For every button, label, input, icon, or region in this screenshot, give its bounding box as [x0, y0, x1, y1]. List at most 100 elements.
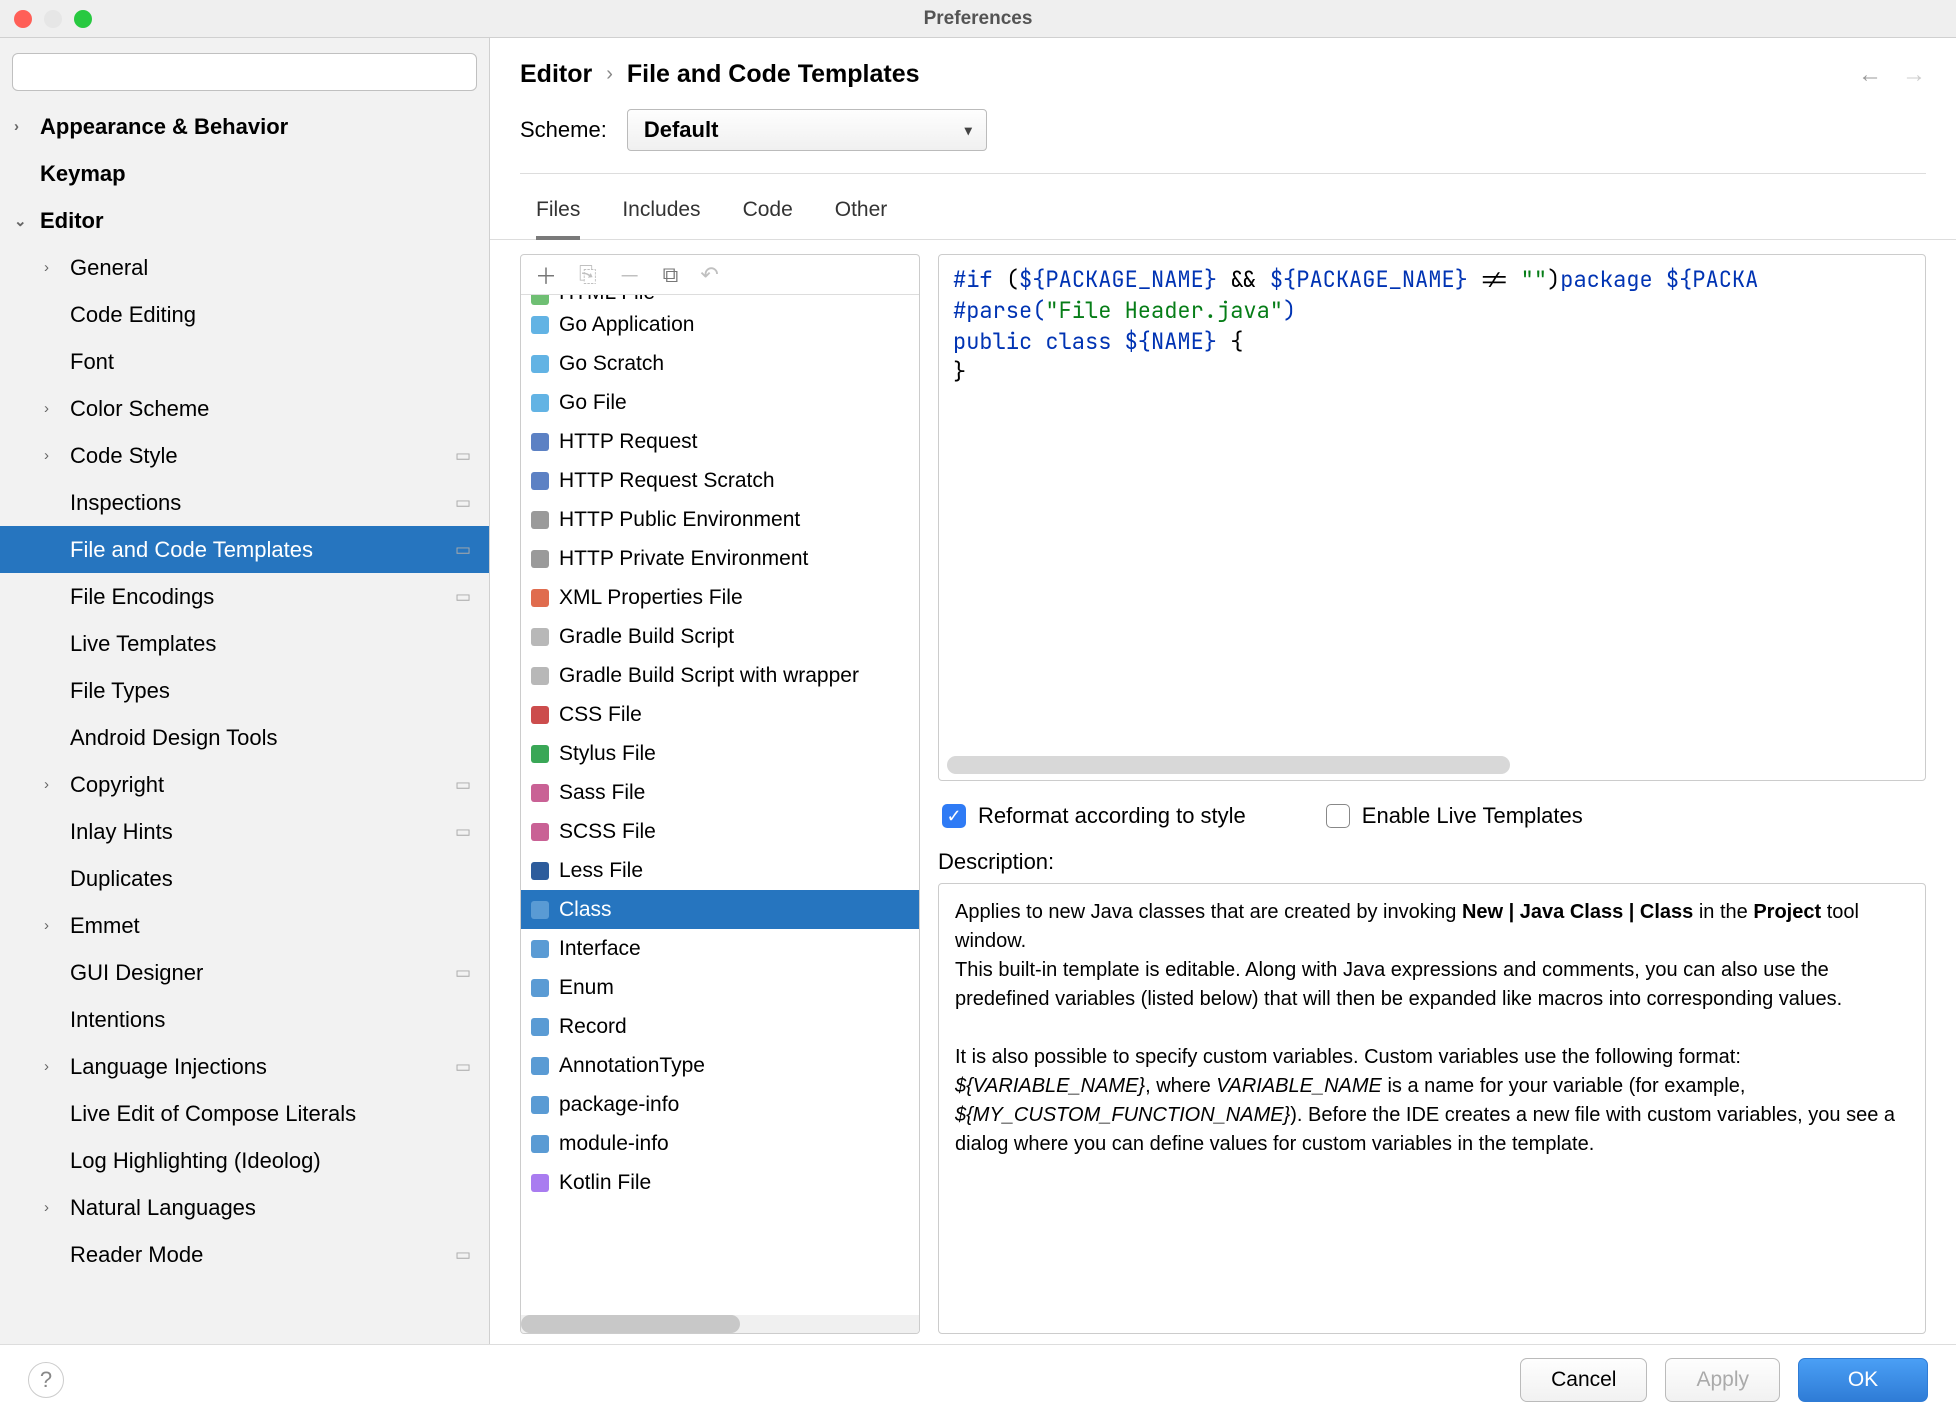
template-item[interactable]: HTTP Public Environment: [521, 500, 919, 539]
template-item[interactable]: Gradle Build Script: [521, 617, 919, 656]
sidebar-item[interactable]: Live Templates: [0, 620, 489, 667]
template-item[interactable]: AnnotationType: [521, 1046, 919, 1085]
template-item[interactable]: HTTP Request: [521, 422, 919, 461]
sidebar-item-label: Keymap: [40, 161, 126, 187]
sidebar-item[interactable]: Reader Mode▭: [0, 1231, 489, 1278]
sidebar-item[interactable]: Intentions: [0, 996, 489, 1043]
template-item[interactable]: Stylus File: [521, 734, 919, 773]
add-icon[interactable]: ＋: [535, 259, 557, 291]
sidebar-item-label: Android Design Tools: [70, 725, 278, 751]
chevron-right-icon: ›: [44, 1199, 66, 1216]
template-label: Go File: [559, 391, 627, 415]
sidebar-item[interactable]: Code Editing: [0, 291, 489, 338]
sidebar-item[interactable]: Android Design Tools: [0, 714, 489, 761]
copy-icon[interactable]: ⧉: [663, 262, 679, 288]
sidebar-item[interactable]: Log Highlighting (Ideolog): [0, 1137, 489, 1184]
sidebar-item[interactable]: ›Natural Languages: [0, 1184, 489, 1231]
description-label: Description:: [938, 849, 1926, 883]
sidebar-item[interactable]: ›Code Style▭: [0, 432, 489, 479]
file-type-icon: [531, 901, 549, 919]
template-item[interactable]: Less File: [521, 851, 919, 890]
file-type-icon: [531, 745, 549, 763]
h-scrollbar[interactable]: [521, 1315, 919, 1333]
tab-other[interactable]: Other: [835, 198, 888, 239]
tab-includes[interactable]: Includes: [622, 198, 700, 239]
template-item[interactable]: Go Application: [521, 305, 919, 344]
sidebar: ›Appearance & BehaviorKeymap⌄Editor›Gene…: [0, 38, 490, 1344]
sidebar-item[interactable]: ›Color Scheme: [0, 385, 489, 432]
template-item[interactable]: package-info: [521, 1085, 919, 1124]
cancel-button[interactable]: Cancel: [1520, 1358, 1647, 1402]
close-icon[interactable]: [14, 10, 32, 28]
file-type-icon: [531, 394, 549, 412]
ok-button[interactable]: OK: [1798, 1358, 1928, 1402]
template-label: Interface: [559, 937, 641, 961]
template-item[interactable]: CSS File: [521, 695, 919, 734]
apply-button: Apply: [1665, 1358, 1780, 1402]
sidebar-item[interactable]: Font: [0, 338, 489, 385]
sidebar-item[interactable]: Duplicates: [0, 855, 489, 902]
template-item[interactable]: SCSS File: [521, 812, 919, 851]
add-child-icon: ⎘: [579, 262, 597, 288]
template-item[interactable]: Enum: [521, 968, 919, 1007]
template-item[interactable]: Record: [521, 1007, 919, 1046]
sidebar-item[interactable]: ⌄Editor: [0, 197, 489, 244]
back-icon[interactable]: ←: [1858, 61, 1882, 89]
template-item[interactable]: HTML File: [521, 295, 919, 305]
scheme-select[interactable]: Default ▾: [627, 109, 987, 151]
sidebar-item[interactable]: File Types: [0, 667, 489, 714]
tab-code[interactable]: Code: [743, 198, 793, 239]
sidebar-item-label: Live Edit of Compose Literals: [70, 1101, 356, 1127]
sidebar-item[interactable]: Inspections▭: [0, 479, 489, 526]
sidebar-item-label: Emmet: [70, 913, 140, 939]
sidebar-item[interactable]: Inlay Hints▭: [0, 808, 489, 855]
settings-tree[interactable]: ›Appearance & BehaviorKeymap⌄Editor›Gene…: [0, 103, 489, 1344]
template-item[interactable]: Kotlin File: [521, 1163, 919, 1202]
template-label: Sass File: [559, 781, 645, 805]
project-scope-icon: ▭: [455, 446, 471, 466]
sidebar-item-label: GUI Designer: [70, 960, 203, 986]
sidebar-item-label: Appearance & Behavior: [40, 114, 288, 140]
forward-icon: →: [1902, 61, 1926, 89]
template-label: Record: [559, 1015, 627, 1039]
template-item[interactable]: module-info: [521, 1124, 919, 1163]
template-item[interactable]: HTTP Request Scratch: [521, 461, 919, 500]
search-input[interactable]: [12, 53, 477, 91]
template-item[interactable]: Go File: [521, 383, 919, 422]
template-item[interactable]: Go Scratch: [521, 344, 919, 383]
sidebar-item[interactable]: GUI Designer▭: [0, 949, 489, 996]
template-item[interactable]: Gradle Build Script with wrapper: [521, 656, 919, 695]
template-label: Gradle Build Script: [559, 625, 734, 649]
sidebar-item[interactable]: ›Emmet: [0, 902, 489, 949]
sidebar-item[interactable]: File and Code Templates▭: [0, 526, 489, 573]
description-box: Applies to new Java classes that are cre…: [938, 883, 1926, 1334]
sidebar-item[interactable]: ›Language Injections▭: [0, 1043, 489, 1090]
project-scope-icon: ▭: [455, 1057, 471, 1077]
template-item[interactable]: Sass File: [521, 773, 919, 812]
tab-files[interactable]: Files: [536, 198, 580, 240]
sidebar-item[interactable]: Live Edit of Compose Literals: [0, 1090, 489, 1137]
file-type-icon: [531, 550, 549, 568]
project-scope-icon: ▭: [455, 587, 471, 607]
sidebar-item[interactable]: ›General: [0, 244, 489, 291]
template-item[interactable]: HTTP Private Environment: [521, 539, 919, 578]
help-button[interactable]: ?: [28, 1362, 64, 1398]
sidebar-item[interactable]: Keymap: [0, 150, 489, 197]
sidebar-item-label: Font: [70, 349, 114, 375]
template-item[interactable]: XML Properties File: [521, 578, 919, 617]
sidebar-item[interactable]: ›Appearance & Behavior: [0, 103, 489, 150]
editor-h-scrollbar[interactable]: [947, 756, 1917, 774]
template-item[interactable]: Class: [521, 890, 919, 929]
template-code-editor[interactable]: #if (${PACKAGE_NAME} && ${PACKAGE_NAME} …: [938, 254, 1926, 781]
chevron-right-icon: ›: [606, 63, 613, 86]
sidebar-item[interactable]: File Encodings▭: [0, 573, 489, 620]
templates-list[interactable]: HTML FileGo ApplicationGo Scratch Go File…: [521, 295, 919, 1315]
sidebar-item[interactable]: ›Copyright▭: [0, 761, 489, 808]
project-scope-icon: ▭: [455, 1245, 471, 1265]
live-templates-checkbox[interactable]: Enable Live Templates: [1326, 803, 1583, 829]
sidebar-item-label: File Types: [70, 678, 170, 704]
reformat-checkbox[interactable]: ✓ Reformat according to style: [942, 803, 1246, 829]
file-type-icon: [531, 1135, 549, 1153]
template-item[interactable]: Interface: [521, 929, 919, 968]
maximize-icon[interactable]: [74, 10, 92, 28]
